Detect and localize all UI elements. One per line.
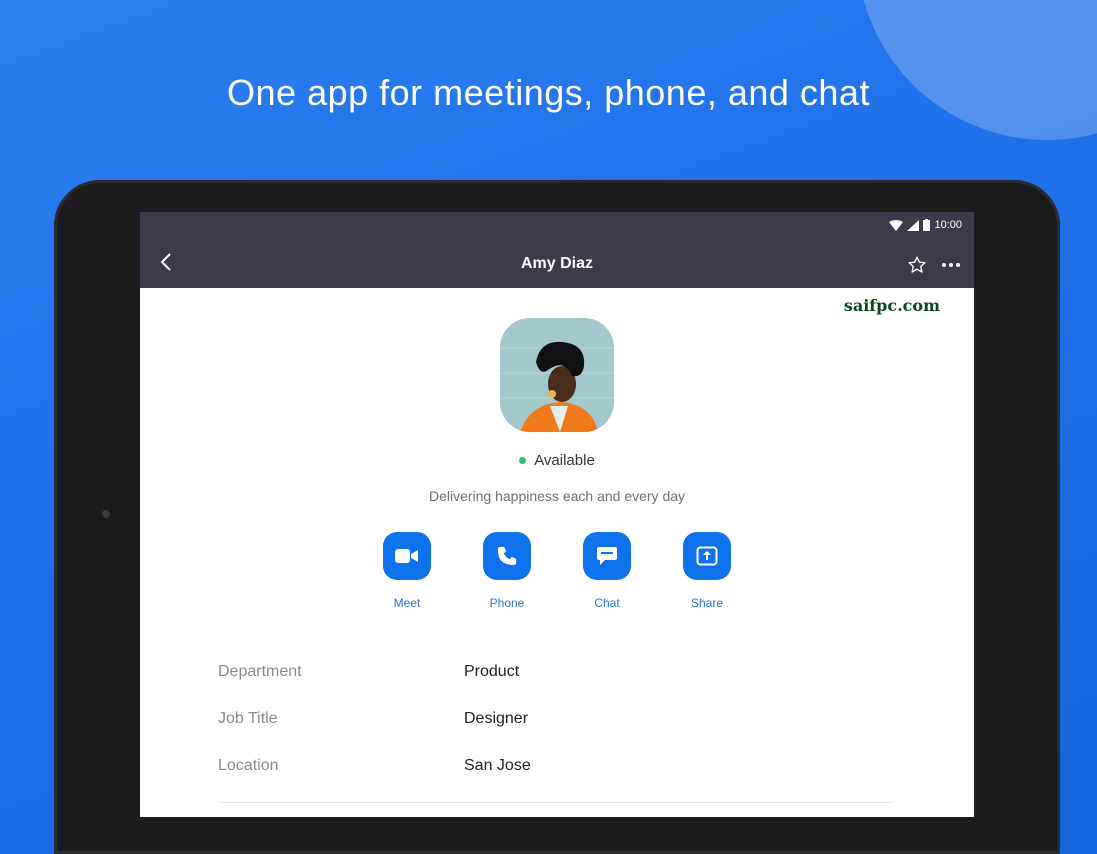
battery-icon xyxy=(923,219,931,231)
share-label: Share xyxy=(690,596,724,610)
chat-button[interactable]: Chat xyxy=(582,532,632,610)
meet-icon-box xyxy=(383,532,431,580)
detail-row-job-title: Job Title Designer xyxy=(218,695,894,742)
share-button[interactable]: Share xyxy=(682,532,732,610)
watermark: saifpc.com xyxy=(843,296,940,315)
star-outline-icon xyxy=(908,256,926,273)
status-time: 10:00 xyxy=(934,219,962,231)
headline: One app for meetings, phone, and chat xyxy=(227,72,870,113)
presence-status: Available xyxy=(140,452,974,469)
wifi-icon xyxy=(889,219,904,231)
share-upload-icon xyxy=(696,546,718,566)
profile-details: Department Product Job Title Designer Lo… xyxy=(218,648,894,789)
divider xyxy=(218,802,894,803)
chat-label: Chat xyxy=(594,596,620,610)
detail-value: San Jose xyxy=(464,756,531,774)
detail-row-location: Location San Jose xyxy=(218,742,894,789)
more-button[interactable] xyxy=(938,252,964,278)
action-buttons: Meet Phone Chat Share xyxy=(140,532,974,610)
avatar-photo xyxy=(500,318,614,432)
chat-bubble-icon xyxy=(597,547,617,565)
status-indicators: 10:00 xyxy=(889,219,962,231)
detail-value: Product xyxy=(464,662,520,680)
detail-value: Designer xyxy=(464,709,529,727)
phone-label: Phone xyxy=(489,596,525,610)
detail-label: Department xyxy=(218,662,302,680)
app-promo-page: One app for meetings, phone, and chat 10… xyxy=(0,0,1097,854)
camera-icon xyxy=(102,510,110,518)
status-bar: 10:00 xyxy=(140,212,974,240)
page-title: Amy Diaz xyxy=(520,255,594,272)
favorite-button[interactable] xyxy=(904,252,930,278)
phone-icon-box xyxy=(483,532,531,580)
phone-button[interactable]: Phone xyxy=(482,532,532,610)
signal-icon xyxy=(907,219,920,231)
presence-dot-icon xyxy=(519,457,527,464)
meet-button[interactable]: Meet xyxy=(382,532,432,610)
detail-label: Location xyxy=(218,756,279,774)
status-message: Delivering happiness each and every day xyxy=(428,488,686,504)
nav-actions xyxy=(904,252,964,278)
presence-label: Available xyxy=(534,452,595,469)
detail-label: Job Title xyxy=(218,709,278,727)
chat-icon-box xyxy=(583,532,631,580)
decorative-circle xyxy=(857,0,1097,140)
meet-label: Meet xyxy=(393,596,421,610)
nav-bar: Amy Diaz xyxy=(140,240,974,288)
tablet-frame: 10:00 Amy Diaz saifpc.com Available Deli… xyxy=(54,180,1060,854)
phone-icon xyxy=(497,546,517,566)
avatar[interactable] xyxy=(500,318,614,432)
video-camera-icon xyxy=(395,549,418,563)
detail-row-department: Department Product xyxy=(218,648,894,695)
more-horizontal-icon xyxy=(942,263,960,267)
tablet-screen: 10:00 Amy Diaz saifpc.com Available Deli… xyxy=(140,212,974,817)
share-icon-box xyxy=(683,532,731,580)
